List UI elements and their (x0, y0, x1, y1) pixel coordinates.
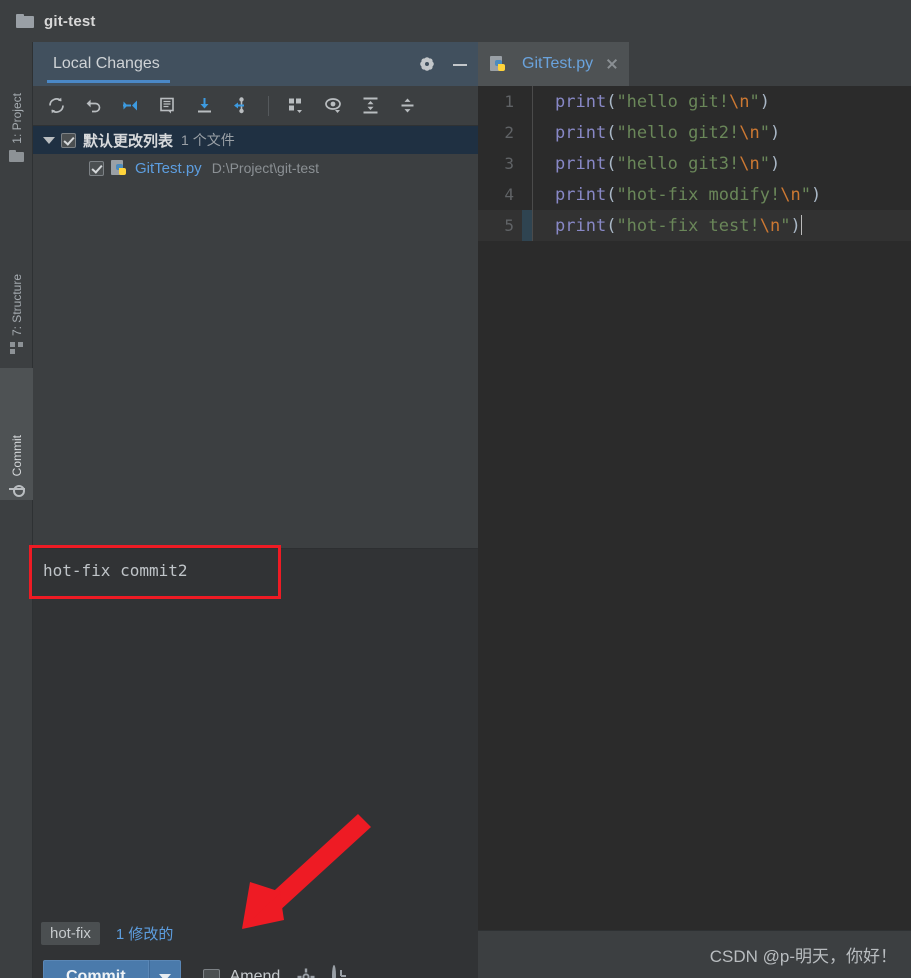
chevron-down-icon (158, 973, 171, 978)
gutter (522, 117, 532, 148)
commit-tool-window: Local Changes 默认更改列表 1 个文件 GitTest.py D:… (29, 42, 478, 978)
close-icon[interactable] (605, 57, 619, 71)
folder-icon (16, 14, 34, 28)
rollback-button[interactable] (78, 92, 108, 120)
file-path: D:\Project\git-test (211, 160, 320, 176)
editor-tab-bar: GitTest.py (478, 42, 911, 86)
line-number: 1 (504, 92, 514, 111)
code-line: 4 print("hot-fix modify!\n") (478, 179, 911, 210)
sidebar-item-label: 7: Structure (9, 273, 24, 336)
file-checkbox[interactable] (89, 160, 104, 176)
page-title: git-test (44, 12, 96, 30)
changelist-checkbox[interactable] (61, 132, 76, 148)
sidebar-item-structure[interactable]: 7: Structure (0, 238, 33, 358)
code-line: 2 print("hello git2!\n") (478, 117, 911, 148)
line-number: 5 (504, 216, 514, 235)
code-text: print("hot-fix test!\n") (555, 215, 802, 236)
changelist-name: 默认更改列表 (83, 132, 174, 150)
commit-button-row: Commit Amend (43, 960, 352, 978)
line-number: 2 (504, 123, 514, 142)
show-diff-button[interactable] (115, 92, 145, 120)
changes-toolbar (33, 86, 478, 126)
toolbar-separator (268, 95, 269, 116)
group-by-button[interactable] (281, 92, 311, 120)
tab-local-changes[interactable]: Local Changes (45, 42, 170, 86)
changelist-count: 1 个文件 (181, 132, 235, 148)
refresh-button[interactable] (41, 92, 71, 120)
gear-icon[interactable] (418, 55, 436, 73)
gutter (522, 148, 532, 179)
editor-tab-label: GitTest.py (522, 55, 594, 72)
preview-diff-button[interactable] (318, 92, 348, 120)
gear-icon[interactable] (296, 967, 316, 978)
editor-area: GitTest.py 1 print("hello git!\n") 2 pri… (478, 42, 911, 978)
commit-message-area: hot-fix commit2 (29, 545, 478, 930)
get-from-vcs-button[interactable] (189, 92, 219, 120)
structure-icon (9, 342, 24, 354)
expand-all-button[interactable] (355, 92, 385, 120)
edit-source-button[interactable] (152, 92, 182, 120)
minimize-icon[interactable] (452, 56, 468, 72)
amend-checkbox[interactable] (202, 968, 220, 978)
title-bar: git-test (0, 0, 911, 42)
code-text: print("hello git2!\n") (555, 122, 781, 143)
sidebar-item-project[interactable]: 1: Project (0, 46, 33, 166)
python-file-icon (111, 159, 128, 177)
code-editor[interactable]: 1 print("hello git!\n") 2 print("hello g… (478, 86, 911, 930)
status-bar: CSDN @p-明天，你好！ (478, 930, 911, 978)
panel-header: Local Changes (33, 42, 478, 86)
code-text: print("hello git!\n") (555, 91, 771, 112)
editor-tab-gittest[interactable]: GitTest.py (478, 42, 630, 86)
commit-message-input[interactable]: hot-fix commit2 (33, 549, 281, 597)
gutter (522, 86, 532, 117)
tab-label: Local Changes (53, 55, 160, 72)
commit-dropdown-button[interactable] (148, 960, 181, 978)
code-line: 3 print("hello git3!\n") (478, 148, 911, 179)
list-item[interactable]: GitTest.py D:\Project\git-test (33, 154, 478, 182)
commit-action-bar: hot-fix 1 修改的 Commit Amend (33, 910, 478, 978)
gutter-current-line-marker (522, 210, 532, 241)
code-text: print("hot-fix modify!\n") (555, 184, 822, 205)
watermark-text: CSDN @p-明天，你好！ (709, 947, 897, 966)
line-number: 3 (504, 154, 514, 173)
file-name[interactable]: GitTest.py (135, 160, 202, 177)
commit-icon (8, 482, 25, 497)
commit-button[interactable]: Commit (43, 960, 149, 978)
sidebar-item-commit[interactable]: Commit (0, 368, 33, 500)
branch-row: hot-fix 1 修改的 (41, 922, 173, 945)
sidebar-item-label: Commit (9, 434, 24, 476)
panel-header-actions (418, 42, 468, 86)
amend-label: Amend (229, 968, 281, 978)
amend-group: Amend (202, 965, 353, 978)
clock-icon[interactable] (332, 965, 352, 978)
text-caret (800, 215, 802, 235)
ide-window: git-test 1: Project 7: Structure Commit … (0, 0, 911, 978)
sidebar-item-label: 1: Project (9, 93, 24, 144)
line-number: 4 (504, 185, 514, 204)
table-row[interactable]: 默认更改列表 1 个文件 (33, 126, 478, 154)
code-text: print("hello git3!\n") (555, 153, 781, 174)
shelve-button[interactable] (226, 92, 256, 120)
collapse-all-button[interactable] (392, 92, 422, 120)
code-line-current: 5 print("hot-fix test!\n") (478, 210, 911, 241)
folder-icon (9, 150, 24, 162)
gutter (522, 179, 532, 210)
python-file-icon (490, 55, 507, 73)
modified-files-link[interactable]: 1 修改的 (116, 923, 174, 944)
code-line: 1 print("hello git!\n") (478, 86, 911, 117)
changes-tree[interactable]: 默认更改列表 1 个文件 GitTest.py D:\Project\git-t… (33, 126, 478, 496)
status-badge: hot-fix (41, 922, 100, 945)
tool-window-strip: 1: Project 7: Structure Commit (0, 42, 33, 978)
chevron-down-icon[interactable] (41, 132, 57, 148)
